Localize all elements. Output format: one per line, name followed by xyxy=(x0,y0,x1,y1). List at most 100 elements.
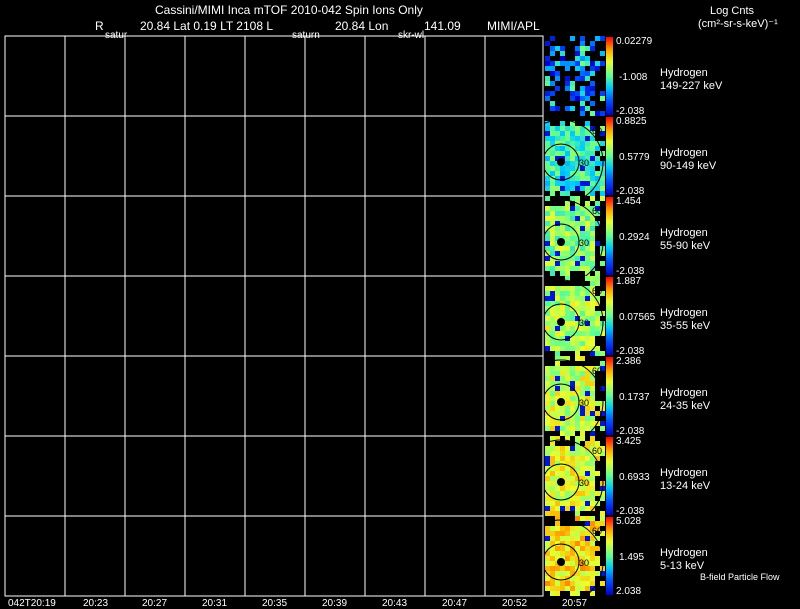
heatmap-cell xyxy=(545,241,550,246)
heatmap-cell xyxy=(555,266,560,271)
heatmap-cell xyxy=(575,146,580,151)
heatmap-cell xyxy=(550,511,555,516)
heatmap-cell xyxy=(545,256,550,261)
heatmap-cell xyxy=(575,266,580,271)
heatmap-cell xyxy=(595,411,600,416)
ring-label-60: 60 xyxy=(592,206,602,216)
heatmap-cell xyxy=(575,536,580,541)
heatmap-cell xyxy=(585,531,590,536)
heatmap-cell xyxy=(555,581,560,586)
heatmap-cell xyxy=(585,546,590,551)
heatmap-cell xyxy=(570,236,575,241)
heatmap-cell xyxy=(580,426,585,431)
heatmap-cell xyxy=(585,176,590,181)
colorbar-mid-label: 0.2924 xyxy=(619,232,650,243)
heatmap-cell xyxy=(575,586,580,591)
heatmap-cell xyxy=(565,191,570,196)
heatmap-cell xyxy=(545,56,550,61)
heatmap-cell xyxy=(550,536,555,541)
heatmap-cell xyxy=(560,181,565,186)
heatmap-cell xyxy=(565,246,570,251)
heatmap-cell xyxy=(590,336,595,341)
colorbar-max-label: 2.386 xyxy=(616,356,642,367)
heatmap-cell xyxy=(590,101,595,106)
heatmap-cell xyxy=(550,346,555,351)
heatmap-cell xyxy=(550,266,555,271)
heatmap-cell xyxy=(545,381,550,386)
heatmap-cell xyxy=(570,346,575,351)
heatmap-cell xyxy=(555,471,560,476)
heatmap-cell xyxy=(560,121,565,126)
heatmap-cell xyxy=(565,331,570,336)
panel-frame xyxy=(4,435,544,517)
heatmap-cell xyxy=(570,161,575,166)
heatmap-cell xyxy=(550,531,555,536)
heatmap-cell xyxy=(570,456,575,461)
heatmap-cell xyxy=(560,386,565,391)
heatmap-cell xyxy=(560,56,565,61)
heatmap-cell xyxy=(555,261,560,266)
heatmap-cell xyxy=(565,81,570,86)
heatmap-cell xyxy=(575,531,580,536)
heatmap-cell xyxy=(550,231,555,236)
heatmap-cell xyxy=(585,151,590,156)
heatmap-cell xyxy=(570,151,575,156)
heatmap-cell xyxy=(600,421,605,426)
heatmap-cell xyxy=(575,46,580,51)
heatmap-cell xyxy=(600,96,605,101)
heatmap-cell xyxy=(585,371,590,376)
heatmap-cell xyxy=(550,106,555,111)
heatmap-cell xyxy=(560,381,565,386)
heatmap-cell xyxy=(590,181,595,186)
heatmap-cell xyxy=(590,196,595,201)
heatmap-cell xyxy=(590,381,595,386)
heatmap-cell xyxy=(585,251,590,256)
heatmap-cell xyxy=(565,531,570,536)
heatmap-cell xyxy=(560,146,565,151)
heatmap-cell xyxy=(555,166,560,171)
heatmap-cell xyxy=(570,426,575,431)
heatmap-cell xyxy=(565,171,570,176)
time-tick-label: 20:23 xyxy=(83,598,109,609)
heatmap-cell xyxy=(580,586,585,591)
heatmap-cell xyxy=(575,421,580,426)
heatmap-cell xyxy=(555,136,560,141)
planet-dot xyxy=(557,478,565,486)
heatmap-cell xyxy=(560,306,565,311)
heatmap-cell xyxy=(575,466,580,471)
heatmap-cell xyxy=(560,466,565,471)
heatmap-cell xyxy=(565,326,570,331)
heatmap-cell xyxy=(590,231,595,236)
heatmap-cell xyxy=(545,581,550,586)
heatmap-cell xyxy=(580,341,585,346)
heatmap-cell xyxy=(585,186,590,191)
heatmap-cell xyxy=(575,496,580,501)
heatmap-cell xyxy=(560,581,565,586)
heatmap-cell xyxy=(600,581,605,586)
heatmap-cell xyxy=(555,311,560,316)
heatmap-cell xyxy=(580,216,585,221)
heatmap-cell xyxy=(565,396,570,401)
heatmap-cell xyxy=(580,71,585,76)
heatmap-cell xyxy=(565,166,570,171)
heatmap-cell xyxy=(580,581,585,586)
heatmap-cell xyxy=(585,491,590,496)
heatmap-cell xyxy=(590,461,595,466)
heatmap-cell xyxy=(555,546,560,551)
heatmap-cell xyxy=(575,66,580,71)
heatmap-cell xyxy=(545,346,550,351)
heatmap-cell xyxy=(545,126,550,131)
ring-label-30: 30 xyxy=(579,478,589,488)
heatmap-cell xyxy=(550,151,555,156)
heatmap-cell xyxy=(555,451,560,456)
heatmap-cell xyxy=(565,486,570,491)
heatmap-cell xyxy=(560,131,565,136)
heatmap-cell xyxy=(595,316,600,321)
heatmap-cell xyxy=(570,406,575,411)
heatmap-cell xyxy=(580,76,585,81)
colorbar-mid-label: -1.008 xyxy=(619,72,648,83)
heatmap-cell xyxy=(550,246,555,251)
heatmap-cell xyxy=(545,216,550,221)
heatmap-cell xyxy=(585,141,590,146)
heatmap-cell xyxy=(555,341,560,346)
